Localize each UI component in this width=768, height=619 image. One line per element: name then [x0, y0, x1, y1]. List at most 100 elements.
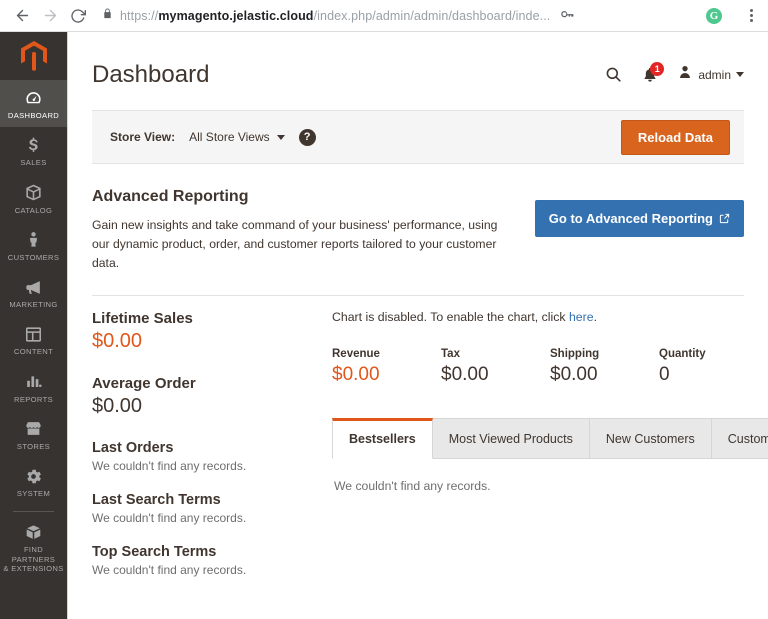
reload-data-button[interactable]: Reload Data — [620, 119, 730, 155]
tab-customers[interactable]: Customers — [710, 418, 768, 459]
search-icon[interactable] — [604, 65, 623, 84]
sidebar-item-sales[interactable]: Sales — [0, 127, 67, 174]
total-quantity: Quantity 0 — [659, 348, 768, 386]
average-order-title: Average Order — [92, 375, 196, 393]
advanced-reporting-description: Gain new insights and take command of yo… — [92, 218, 498, 271]
last-search-terms-empty: We couldn't find any records. — [92, 511, 247, 526]
gauge-icon — [24, 88, 43, 108]
magento-logo-icon — [20, 41, 47, 71]
reload-icon — [70, 8, 86, 24]
admin-user-menu[interactable]: admin — [677, 64, 744, 85]
kebab-menu-icon[interactable] — [738, 3, 764, 29]
url-text: https://mymagento.jelastic.cloud/index.p… — [120, 9, 550, 23]
browser-toolbar: https://mymagento.jelastic.cloud/index.p… — [0, 0, 768, 32]
sidebar-item-find-partners-extensions[interactable]: Find Partners & Extensions — [0, 514, 67, 580]
tab-most-viewed-products[interactable]: Most Viewed Products — [431, 418, 590, 459]
lifetime-sales-title: Lifetime Sales — [92, 310, 193, 328]
store-view-group: Store View: All Store Views ? — [110, 128, 316, 146]
admin-user-label: admin — [698, 67, 731, 82]
sidebar-item-label: Stores — [16, 441, 51, 451]
header-actions: 1 admin — [604, 56, 744, 85]
sidebar-item-label: Catalog — [14, 205, 53, 215]
total-revenue: Revenue $0.00 — [332, 348, 441, 386]
back-button[interactable] — [8, 2, 36, 30]
sidebar-divider — [13, 511, 54, 513]
go-to-advanced-reporting-button[interactable]: Go to Advanced Reporting — [534, 200, 744, 238]
chart-note-suffix: . — [593, 310, 598, 325]
sidebar-item-stores[interactable]: Stores — [0, 411, 67, 458]
total-shipping: Shipping $0.00 — [550, 348, 659, 386]
average-order-value: $0.00 — [92, 395, 143, 418]
layout-icon — [24, 324, 43, 344]
sidebar-item-catalog[interactable]: Catalog — [0, 175, 67, 222]
extension-glyph: G — [709, 9, 719, 22]
question-mark-icon[interactable]: ? — [298, 128, 316, 146]
kebab-dot — [749, 14, 753, 17]
sidebar-item-system[interactable]: System — [0, 458, 67, 505]
extension-icon[interactable]: G — [706, 7, 722, 24]
chart-note-prefix: Chart is disabled. To enable the chart, … — [332, 310, 569, 325]
lifetime-sales-block: Lifetime Sales $0.00 — [92, 310, 308, 353]
box-icon — [24, 183, 43, 203]
reload-button[interactable] — [64, 2, 92, 30]
chevron-down-icon — [276, 134, 285, 140]
url-path: /index.php/admin/admin/dashboard/inde... — [313, 8, 551, 23]
total-value: $0.00 — [550, 364, 598, 386]
dollar-icon — [24, 135, 43, 155]
total-value: $0.00 — [441, 364, 489, 386]
key-icon[interactable] — [560, 6, 575, 26]
external-link-icon — [719, 213, 730, 224]
help-glyph: ? — [303, 131, 311, 144]
sidebar-item-label: Marketing — [9, 300, 58, 309]
url-domain: mymagento.jelastic.cloud — [158, 8, 314, 23]
notifications-button[interactable]: 1 — [641, 61, 665, 84]
sidebar-item-label: Reports — [13, 394, 54, 404]
sidebar-item-label: System — [16, 489, 51, 498]
sidebar-item-label: Find Partners & Extensions — [3, 545, 64, 573]
advanced-reporting-text: Advanced Reporting Gain new insights and… — [92, 188, 515, 273]
totals-row: Revenue $0.00 Tax $0.00 Shipping $0.00 Q… — [332, 348, 768, 386]
megaphone-icon — [24, 277, 43, 297]
total-value: $0.00 — [332, 364, 380, 386]
tab-panel-bestsellers: We couldn't find any records. — [332, 459, 768, 493]
total-tax: Tax $0.00 — [441, 348, 550, 386]
tab-panel-empty-message: We couldn't find any records. — [334, 479, 491, 494]
tab-new-customers[interactable]: New Customers — [588, 418, 712, 459]
dashboard-tabs: Bestsellers Most Viewed Products New Cus… — [332, 418, 768, 460]
sidebar-item-label: Sales — [20, 158, 47, 168]
total-label: Revenue — [332, 348, 380, 361]
magento-logo[interactable] — [0, 32, 67, 80]
sidebar-item-dashboard[interactable]: Dashboard — [0, 80, 67, 128]
storefront-icon — [24, 419, 43, 439]
go-to-advanced-reporting-label: Go to Advanced Reporting — [548, 211, 713, 227]
advanced-reporting-section: Advanced Reporting Gain new insights and… — [92, 164, 744, 297]
store-view-select[interactable]: All Store Views — [189, 130, 285, 145]
forward-button[interactable] — [36, 2, 64, 30]
enable-chart-link[interactable]: here — [569, 310, 594, 324]
sidebar-item-label: Dashboard — [7, 111, 60, 120]
sidebar-item-reports[interactable]: Reports — [0, 364, 67, 411]
sidebar-item-label: Content — [13, 347, 54, 357]
store-view-label: Store View: — [110, 130, 176, 145]
sidebar-item-content[interactable]: Content — [0, 316, 67, 363]
user-icon — [677, 64, 693, 85]
kebab-dot — [749, 9, 753, 12]
sidebar-item-customers[interactable]: Customers — [0, 222, 67, 269]
admin-sidebar: Dashboard Sales Catalog Customers Market — [0, 32, 68, 619]
kebab-dot — [749, 19, 753, 22]
tab-bestsellers[interactable]: Bestsellers — [332, 418, 433, 460]
url-scheme: https:// — [120, 8, 159, 23]
page-title: Dashboard — [92, 61, 210, 88]
sidebar-item-marketing[interactable]: Marketing — [0, 269, 67, 316]
last-search-terms-block: Last Search Terms We couldn't find any r… — [92, 492, 308, 525]
last-orders-empty: We couldn't find any records. — [92, 459, 247, 474]
last-orders-title: Last Orders — [92, 440, 174, 457]
sidebar-item-label: Customers — [7, 252, 60, 262]
last-search-terms-title: Last Search Terms — [92, 492, 221, 509]
person-icon — [24, 230, 43, 250]
store-view-selected-value: All Store Views — [189, 130, 270, 145]
gear-icon — [24, 466, 43, 486]
average-order-block: Average Order $0.00 — [92, 375, 308, 418]
address-bar[interactable]: https://mymagento.jelastic.cloud/index.p… — [102, 4, 680, 28]
top-search-terms-empty: We couldn't find any records. — [92, 563, 247, 578]
